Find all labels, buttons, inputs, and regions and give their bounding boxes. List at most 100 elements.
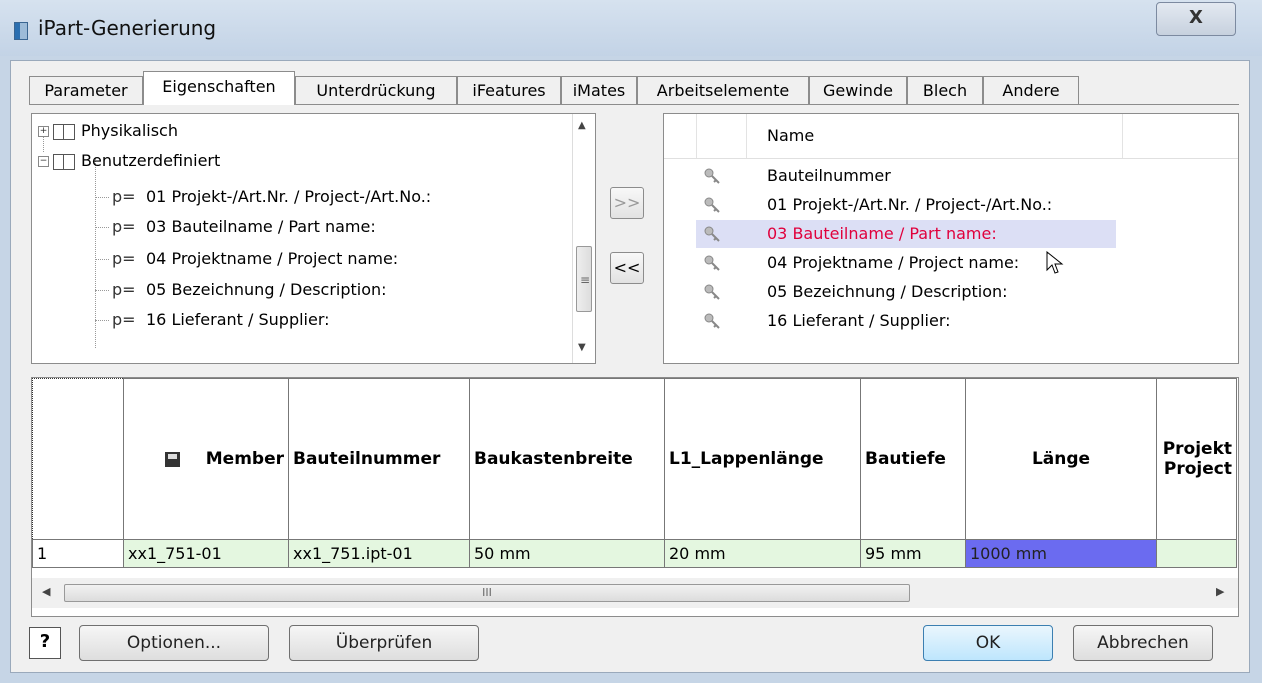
cell-laenge[interactable]: 1000 mm [965,539,1157,568]
list-item[interactable]: 01 Projekt-/Art.Nr. / Project-/Art.No.: [664,191,1238,219]
parameter-icon: p= [112,187,136,206]
cell-bautiefe[interactable]: 95 mm [860,539,966,568]
tab-andere[interactable]: Andere [983,76,1079,104]
column-separator [746,114,747,158]
key-icon [704,313,720,329]
help-button[interactable]: ? [29,627,61,659]
list-item-label: 16 Lieferant / Supplier: [767,311,951,330]
property-set-icon [53,123,75,140]
scroll-thumb[interactable]: ≡ [576,246,592,312]
scroll-up-icon[interactable]: ▲ [578,120,586,131]
check-button[interactable]: Überprüfen [289,625,479,661]
tab-unterdrueckung[interactable]: Unterdrückung [295,76,457,104]
key-icon [704,226,720,242]
tab-ifeatures[interactable]: iFeatures [457,76,561,104]
tab-imates[interactable]: iMates [561,76,637,104]
ok-button[interactable]: OK [923,625,1053,661]
table-horizontal-scrollbar[interactable]: ◀ III ▶ [32,578,1238,608]
tree-item[interactable]: p= 04 Projektname / Project name: [112,246,398,272]
scroll-thumb[interactable]: III [64,584,910,602]
column-header-bauteilnummer[interactable]: Bauteilnummer [288,378,470,540]
collapse-icon[interactable]: − [38,156,49,167]
tree-connector [95,227,109,228]
list-item[interactable]: Bauteilnummer [664,162,1238,190]
list-header: Name [664,114,1238,159]
expand-icon[interactable]: + [38,126,49,137]
column-header-projekt[interactable]: Projekt Project [1156,378,1237,540]
tab-parameter[interactable]: Parameter [29,76,143,104]
column-separator [1122,114,1123,158]
column-header-bautiefe[interactable]: Bautiefe [860,378,966,540]
grip-icon: ≡ [580,273,591,287]
parameter-icon: p= [112,217,136,236]
grip-icon: III [482,586,492,599]
scroll-down-icon[interactable]: ▼ [578,342,586,353]
dialog-client: Parameter Eigenschaften Unterdrückung iF… [10,60,1250,673]
scroll-right-icon[interactable]: ▶ [1216,585,1224,598]
tab-eigenschaften[interactable]: Eigenschaften [143,71,295,105]
cell-baukastenbreite[interactable]: 50 mm [469,539,665,568]
title-bar: iPart-Generierung X [0,0,1262,56]
tree-item-label: 05 Bezeichnung / Description: [146,280,387,299]
tree-item-label: 04 Projektname / Project name: [146,249,399,268]
tab-blech[interactable]: Blech [907,76,983,104]
tree-item[interactable]: p= 16 Lieferant / Supplier: [112,307,330,333]
tree-item[interactable]: p= 05 Bezeichnung / Description: [112,277,387,303]
cell-projekt[interactable] [1156,539,1237,568]
tab-gewinde[interactable]: Gewinde [809,76,907,104]
tree-item[interactable]: p= 03 Bauteilname / Part name: [112,214,376,240]
scroll-left-icon[interactable]: ◀ [42,585,50,598]
parameter-icon: p= [112,280,136,299]
cell-bauteilnummer[interactable]: xx1_751.ipt-01 [288,539,470,568]
tree-item-label: 01 Projekt-/Art.Nr. / Project-/Art.No.: [146,187,432,206]
tree-connector [95,290,109,291]
tree-group-benutzerdefiniert[interactable]: − Benutzerdefiniert [38,148,220,174]
property-set-icon [53,153,75,170]
app-icon [14,22,28,40]
save-icon [164,451,180,467]
column-header-l1-lappenlaenge[interactable]: L1_Lappenlänge [664,378,861,540]
cancel-button[interactable]: Abbrechen [1073,625,1213,661]
available-properties-tree[interactable]: + Physikalisch − Benutzerdefiniert p= 01 Pr… [31,113,596,364]
row-number[interactable]: 1 [32,539,124,568]
cell-l1-lappenlaenge[interactable]: 20 mm [664,539,861,568]
options-button[interactable]: Optionen... [79,625,269,661]
list-item[interactable]: 16 Lieferant / Supplier: [664,307,1238,335]
list-item-label: 01 Projekt-/Art.Nr. / Project-/Art.No.: [767,195,1053,214]
header-row: Member Bauteilnummer Baukastenbreite L1_… [32,378,1237,540]
tree-group-label: Physikalisch [81,121,178,140]
key-icon [704,255,720,271]
corner-cell[interactable] [32,378,124,540]
tree-item-label: 03 Bauteilname / Part name: [146,217,376,236]
key-icon [704,197,720,213]
column-header-label: Member [205,449,284,469]
name-column-header[interactable]: Name [767,126,814,145]
column-separator [696,114,697,158]
key-icon [704,284,720,300]
tree-group-physikalisch[interactable]: + Physikalisch [38,118,178,144]
column-header-baukastenbreite[interactable]: Baukastenbreite [469,378,665,540]
selected-properties-list[interactable]: Name Bauteilnummer 01 Projekt-/Art.Nr. /… [663,113,1239,364]
list-item[interactable]: 04 Projektname / Project name: [664,249,1238,277]
column-header-laenge[interactable]: Länge [965,378,1157,540]
tree-scrollbar[interactable]: ▲ ≡ ▼ [572,114,595,363]
list-item-label: 04 Projektname / Project name: [767,253,1020,272]
tree-connector [95,197,109,198]
tree-connector [95,320,109,321]
member-grid: Member Bauteilnummer Baukastenbreite L1_… [32,378,1237,568]
column-header-member[interactable]: Member [123,378,289,540]
member-table[interactable]: Member Bauteilnummer Baukastenbreite L1_… [31,377,1239,617]
close-button[interactable]: X [1156,2,1236,36]
add-property-button[interactable]: >> [610,187,644,219]
tree-item[interactable]: p= 01 Projekt-/Art.Nr. / Project-/Art.No.… [112,184,431,210]
cell-member[interactable]: xx1_751-01 [123,539,289,568]
list-item[interactable]: 05 Bezeichnung / Description: [664,278,1238,306]
window-title: iPart-Generierung [38,16,217,40]
table-row[interactable]: 1 xx1_751-01 xx1_751.ipt-01 50 mm 20 mm … [32,539,1237,568]
parameter-icon: p= [112,310,136,329]
key-icon [704,168,720,184]
remove-property-button[interactable]: << [610,252,644,284]
tree-item-label: 16 Lieferant / Supplier: [146,310,330,329]
list-item-selected[interactable]: 03 Bauteilname / Part name: [664,220,1238,248]
tab-arbeitselemente[interactable]: Arbeitselemente [637,76,809,104]
